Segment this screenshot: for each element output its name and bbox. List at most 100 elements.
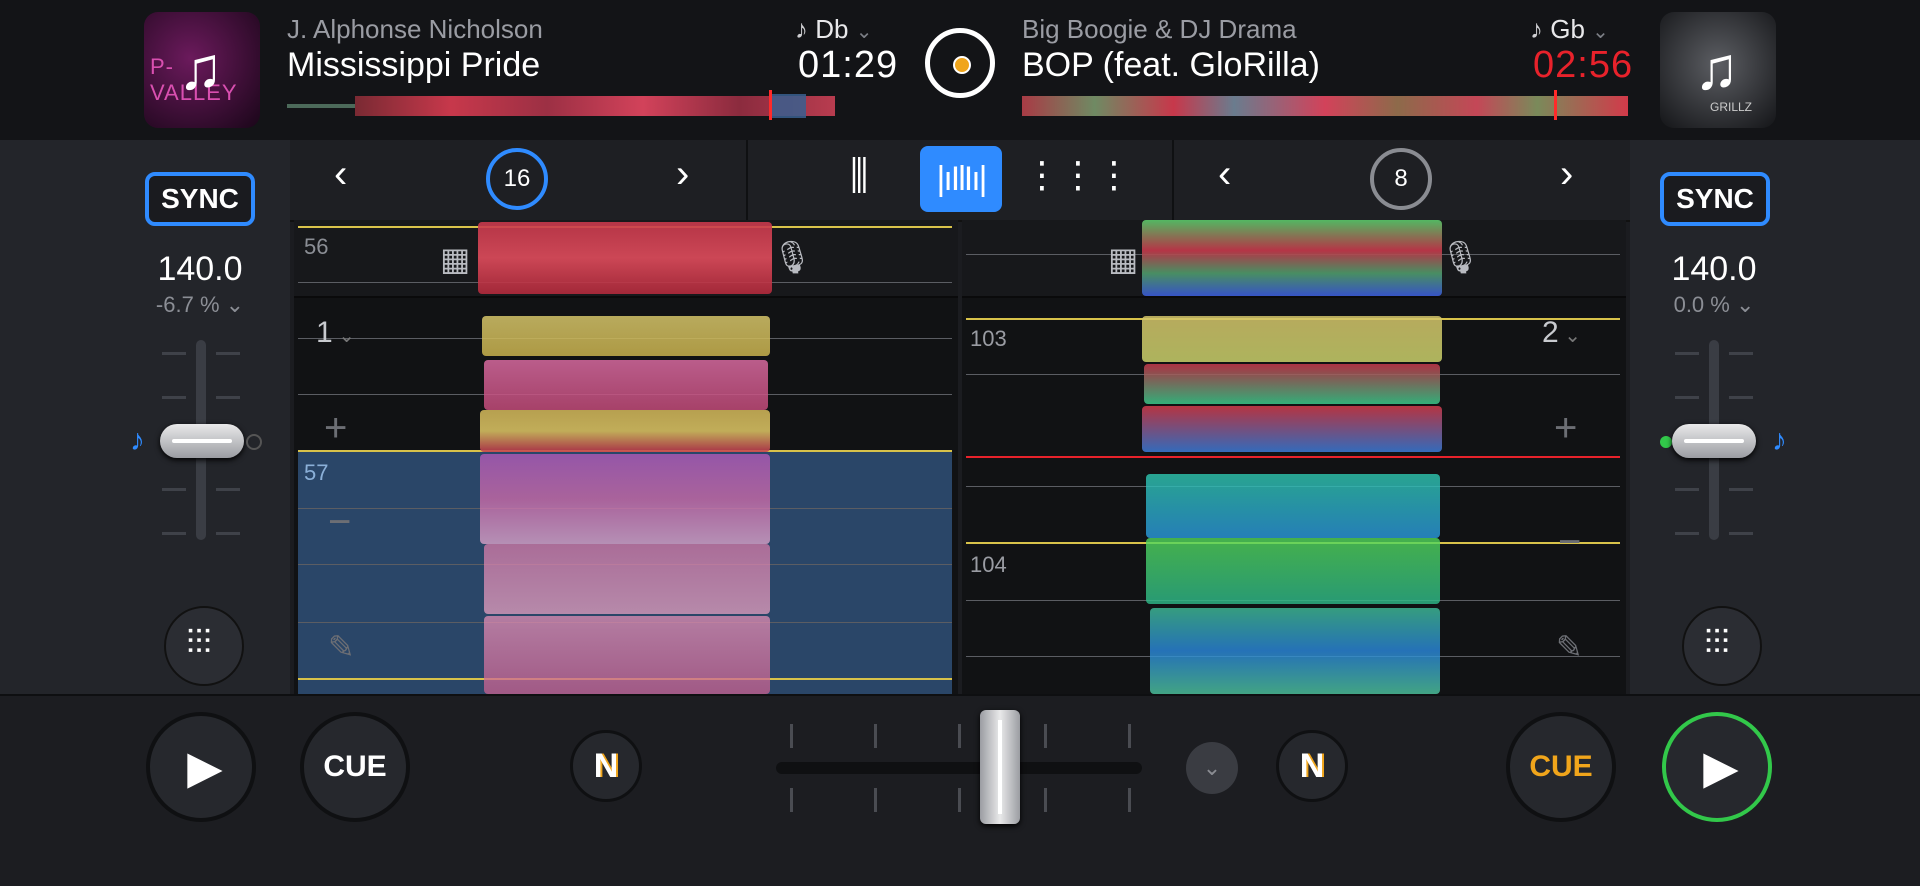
deck-a-tempo-indicator [246,434,262,450]
play-icon: ▶ [187,741,223,793]
deck-b-tempo-fader[interactable] [1672,424,1756,458]
deck-b-loop-prev-button[interactable]: ‹ [1218,152,1231,197]
deck-a-playhead [769,90,772,120]
pads-grid-icon: ⋮⋮⋮ [1024,154,1132,195]
deck-b-cover[interactable]: GRILLZ ♫ [1660,12,1776,128]
deck-b-artist: Big Boogie & DJ Drama [1022,14,1297,44]
deck-b-beat-marker: 104 [970,552,1007,577]
eq-sliders-icon: ⫶⫶⫶ [186,624,212,662]
deck-a-eq-button[interactable]: ⫶⫶⫶ [164,606,244,686]
n-logo-icon: N [1299,746,1325,785]
deck-b-eq-button[interactable]: ⫶⫶⫶ [1682,606,1762,686]
deck-a-sync-button[interactable]: SYNC [145,172,255,226]
deck-a-cover[interactable]: P-VALLEY ♫ [144,12,260,128]
chevron-down-icon: ⌄ [225,292,245,317]
deck-b-overview-waveform[interactable] [1022,90,1632,120]
deck-b-side-panel: SYNC 140.0 0.0 % ⌄ ♪ ⫶⫶⫶ [1630,140,1920,694]
record-button[interactable] [925,28,995,98]
deck-a-key[interactable]: ♪ Db ⌄ [795,14,872,45]
music-note-icon: ♫ [178,35,223,102]
play-icon: ▶ [1703,741,1739,793]
deck-a-title: Mississippi Pride [287,46,541,84]
deck-b-beat-marker: 103 [970,326,1007,351]
chevron-down-icon: ⌄ [855,21,873,43]
crossfader-options-button[interactable]: ⌄ [1186,742,1238,794]
deck-b-cue-label: CUE [1529,750,1593,783]
deck-b-zoom-out-button[interactable]: − [1558,520,1581,565]
deck-b-playhead [1554,90,1557,120]
chevron-down-icon: ⌄ [1735,292,1755,317]
chevron-right-icon: › [1560,152,1574,196]
crossfader-track [776,762,1142,774]
deck-b-tempo-indicator [1660,436,1672,448]
deck-a-loop-prev-button[interactable]: ‹ [334,152,347,197]
chevron-down-icon: ⌄ [332,325,356,347]
deck-a-tempo-fader[interactable] [160,424,244,458]
deck-a-playhead-region [770,94,806,118]
deck-a-time: 01:29 [798,44,899,86]
deck-a-key-value: Db [815,14,849,44]
deck-a-zoom-out-button[interactable]: − [328,500,351,545]
deck-a-number: 1 [316,316,333,349]
deck-b-time: 02:56 [1533,44,1634,86]
crossfader-knob[interactable] [980,710,1020,824]
deck-a-artist: J. Alphonse Nicholson [287,14,543,44]
chevron-right-icon: › [676,152,690,196]
deck-b-key-value: Gb [1550,14,1585,44]
deck-b-sync-button[interactable]: SYNC [1660,172,1770,226]
deck-a-number-selector[interactable]: 1 ⌄ [316,316,355,350]
deck-a-bpm: 140.0 [157,250,243,288]
deck-a-side-panel: SYNC 140.0 -6.7 % ⌄ ♪ ⫶⫶⫶ [0,140,290,694]
transport-bar: ▶ CUE N ⌄ N CUE ▶ [0,694,1920,886]
mixer-view-button[interactable]: ⫼ [850,154,902,206]
deck-a-loop-size: 16 [503,165,531,192]
track-header: P-VALLEY ♫ J. Alphonse Nicholson Mississ… [0,0,1920,140]
waveform-icon: |ıIlIı| [936,159,987,198]
deck-b-waveform[interactable]: ▦ 🎙 103 104 2 ⌄ + − ✎ [962,220,1626,694]
note-icon: ♪ [795,14,816,44]
mic-icon[interactable]: 🎙 [1440,238,1481,276]
deck-a-play-button[interactable]: ▶ [146,712,256,822]
chevron-down-icon: ⌄ [1558,325,1582,347]
deck-a-waveform[interactable]: 56 ▦ 🎙 1 ⌄ + 57 − ✎ [294,220,958,694]
deck-b-number: 2 [1542,316,1559,349]
deck-a-cue-button[interactable]: CUE [300,712,410,822]
center-toolbar: ‹ 16 › ⫼ |ıIlIı| ⋮⋮⋮ ‹ 8 › [290,140,1630,222]
deck-b-loop-size: 8 [1394,165,1408,192]
deck-a-beat-marker: 56 [304,234,329,259]
record-dot-icon [953,56,971,74]
pencil-icon[interactable]: ✎ [1556,628,1583,666]
deck-a-loop-next-button[interactable]: › [676,152,689,197]
eq-sliders-icon: ⫶⫶⫶ [1704,624,1730,662]
deck-a-overview-waveform[interactable] [287,90,845,120]
deck-b-cue-button[interactable]: CUE [1506,712,1616,822]
deck-a-zoom-in-button[interactable]: + [324,406,347,451]
deck-b-bpm: 140.0 [1671,250,1757,288]
deck-b-zoom-in-button[interactable]: + [1554,406,1577,451]
deck-b-playhead-line [966,456,1620,458]
deck-b-number-selector[interactable]: 2 ⌄ [1542,316,1581,350]
mic-icon[interactable]: 🎙 [772,238,813,276]
deck-b-key[interactable]: ♪ Gb ⌄ [1530,14,1609,45]
deck-b-pitch[interactable]: 0.0 % ⌄ [1614,292,1814,318]
pencil-icon[interactable]: ✎ [328,628,355,666]
deck-a-fx-button[interactable]: N [570,730,642,802]
music-note-icon: ♪ [130,424,145,457]
deck-b-loop-next-button[interactable]: › [1560,152,1573,197]
chevron-down-icon: ⌄ [1202,755,1222,780]
pads-view-button[interactable]: ⋮⋮⋮ [1024,154,1132,206]
deck-a-pitch-value: -6.7 % [155,292,220,317]
waveform-view-button[interactable]: |ıIlIı| [920,146,1002,212]
note-icon: ♪ [1530,14,1551,44]
music-note-icon: ♪ [1772,424,1787,457]
n-logo-icon: N [593,746,619,785]
deck-a-loop-button[interactable]: 16 [486,148,548,210]
keyboard-icon[interactable]: ▦ [1108,240,1138,278]
keyboard-icon[interactable]: ▦ [440,240,470,278]
deck-a-pitch[interactable]: -6.7 % ⌄ [100,292,300,318]
music-note-icon: ♫ [1694,35,1739,102]
deck-b-fx-button[interactable]: N [1276,730,1348,802]
deck-b-loop-button[interactable]: 8 [1370,148,1432,210]
chevron-down-icon: ⌄ [1592,21,1609,43]
deck-b-play-button[interactable]: ▶ [1662,712,1772,822]
